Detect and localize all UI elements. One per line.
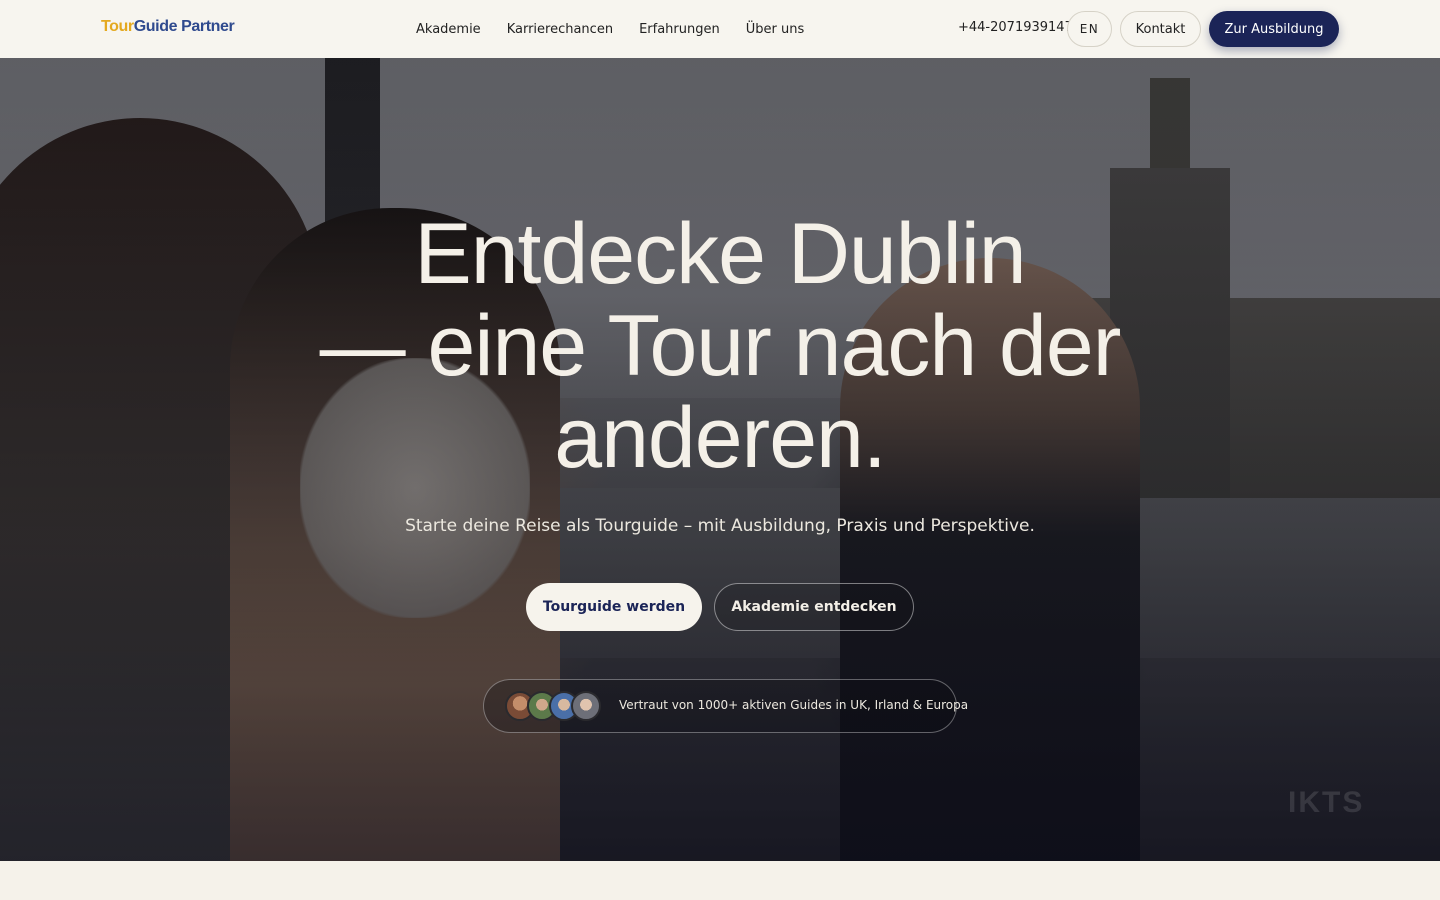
nav-item-karrierechancen[interactable]: Karrierechancen bbox=[507, 22, 613, 37]
training-cta-button[interactable]: Zur Ausbildung bbox=[1209, 11, 1339, 47]
next-section-background bbox=[0, 861, 1440, 900]
language-switch-button[interactable]: EN bbox=[1067, 11, 1112, 47]
hero-headline-line3: anderen. bbox=[554, 390, 887, 486]
hero-headline-line2: — eine Tour nach der bbox=[319, 298, 1122, 394]
site-header: TourGuide Partner Akademie Karrierechanc… bbox=[0, 0, 1440, 58]
nav-item-ueber-uns[interactable]: Über uns bbox=[746, 22, 805, 37]
nav-item-erfahrungen[interactable]: Erfahrungen bbox=[639, 22, 720, 37]
video-watermark-logo: IKTS bbox=[1288, 786, 1365, 819]
phone-link[interactable]: +44-2071939147 bbox=[958, 20, 1073, 35]
contact-button[interactable]: Kontakt bbox=[1120, 11, 1201, 47]
logo-part-tour: Tour bbox=[101, 18, 134, 35]
hero-headline: Entdecke Dublin — eine Tour nach der and… bbox=[0, 208, 1440, 484]
avatar bbox=[571, 691, 601, 721]
logo-part-guide-partner: Guide Partner bbox=[133, 18, 235, 35]
hero-section: IKTS Entdecke Dublin — eine Tour nach de… bbox=[0, 58, 1440, 861]
hero-headline-line1: Entdecke Dublin bbox=[414, 206, 1026, 302]
hero-subline: Starte deine Reise als Tourguide – mit A… bbox=[405, 516, 1035, 536]
trust-badge: Vertraut von 1000+ aktiven Guides in UK,… bbox=[483, 679, 968, 733]
trust-text: Vertraut von 1000+ aktiven Guides in UK,… bbox=[619, 698, 969, 712]
main-nav: Akademie Karrierechancen Erfahrungen Übe… bbox=[403, 0, 817, 58]
explore-academy-button[interactable]: Akademie entdecken bbox=[714, 583, 914, 631]
nav-item-akademie[interactable]: Akademie bbox=[416, 22, 481, 37]
logo[interactable]: TourGuide Partner bbox=[101, 18, 235, 36]
become-tourguide-button[interactable]: Tourguide werden bbox=[526, 583, 702, 631]
